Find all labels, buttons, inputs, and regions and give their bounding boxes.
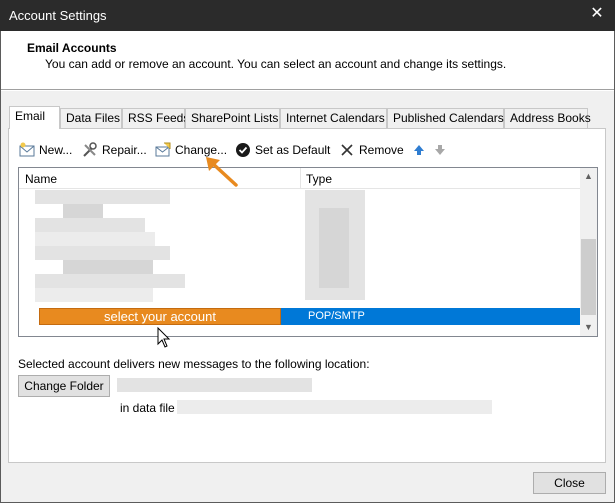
header-description: You can add or remove an account. You ca…	[45, 57, 507, 71]
change-account-icon	[155, 142, 171, 158]
set-default-label: Set as Default	[255, 143, 331, 157]
redacted-account-name	[63, 204, 103, 218]
change-account-label: Change...	[175, 143, 228, 157]
window-close-icon[interactable]: ✕	[589, 6, 605, 22]
scroll-down-icon[interactable]: ▼	[580, 319, 597, 336]
tab-data-files[interactable]: Data Files	[60, 108, 122, 129]
tab-address-books[interactable]: Address Books	[504, 108, 591, 129]
redacted-account-name	[35, 288, 153, 302]
move-up-arrow-icon	[411, 142, 427, 158]
dialog-header: Email Accounts You can add or remove an …	[1, 31, 614, 90]
tab-internet-calendars[interactable]: Internet Calendars	[280, 108, 387, 129]
dialog-body: Email Data Files RSS Feeds SharePoint Li…	[1, 91, 614, 502]
delivery-location-text: Selected account delivers new messages t…	[18, 357, 370, 371]
redacted-account-name	[35, 218, 145, 232]
selected-account-row[interactable]: select your account POP/SMTP	[39, 308, 581, 325]
tab-sharepoint-lists[interactable]: SharePoint Lists	[185, 108, 280, 129]
redacted-account-type	[319, 208, 349, 288]
repair-account-button[interactable]: Repair...	[82, 139, 147, 161]
move-up-button[interactable]	[411, 139, 431, 161]
tab-rss-feeds[interactable]: RSS Feeds	[122, 108, 189, 129]
remove-x-icon	[339, 142, 355, 158]
title-bar: Account Settings ✕	[0, 0, 615, 31]
new-email-icon	[19, 142, 35, 158]
move-down-button[interactable]	[432, 139, 452, 161]
repair-account-label: Repair...	[102, 143, 147, 157]
tab-email[interactable]: Email	[9, 106, 60, 129]
in-data-file-label: in data file	[120, 401, 175, 415]
new-account-label: New...	[39, 143, 73, 157]
remove-account-label: Remove	[359, 143, 404, 157]
tab-published-calendars[interactable]: Published Calendars	[387, 108, 504, 129]
header-title: Email Accounts	[27, 41, 117, 55]
new-account-button[interactable]: New...	[19, 139, 72, 161]
change-account-button[interactable]: Change...	[155, 139, 227, 161]
redacted-folder-path	[117, 378, 312, 392]
list-vertical-scrollbar[interactable]: ▲ ▼	[580, 168, 597, 336]
redacted-account-name	[35, 190, 170, 204]
move-down-arrow-icon	[432, 142, 448, 158]
column-name-header[interactable]: Name	[25, 172, 57, 186]
column-type-header[interactable]: Type	[306, 172, 332, 186]
column-separator	[300, 168, 301, 189]
checkmark-circle-icon	[235, 142, 251, 158]
list-column-header: Name Type	[19, 168, 581, 189]
account-list[interactable]: Name Type select your account POP/SMTP ▲	[18, 167, 598, 337]
redacted-account-name	[35, 232, 155, 246]
set-default-button[interactable]: Set as Default	[235, 139, 330, 161]
window-title: Account Settings	[9, 8, 107, 23]
redacted-data-file-path	[177, 400, 492, 414]
redacted-account-name	[63, 260, 153, 274]
redacted-account-name	[35, 274, 185, 288]
scroll-up-icon[interactable]: ▲	[580, 168, 597, 185]
change-folder-button[interactable]: Change Folder	[18, 375, 110, 397]
selected-account-name: select your account	[39, 308, 281, 325]
selected-account-type: POP/SMTP	[308, 310, 365, 322]
email-tab-panel: New... Repair... Change... Set as Defaul…	[8, 128, 606, 463]
close-button[interactable]: Close	[533, 472, 606, 494]
repair-tools-icon	[82, 142, 98, 158]
remove-account-button[interactable]: Remove	[339, 139, 404, 161]
redacted-account-name	[35, 246, 170, 260]
scroll-thumb[interactable]	[581, 239, 596, 315]
